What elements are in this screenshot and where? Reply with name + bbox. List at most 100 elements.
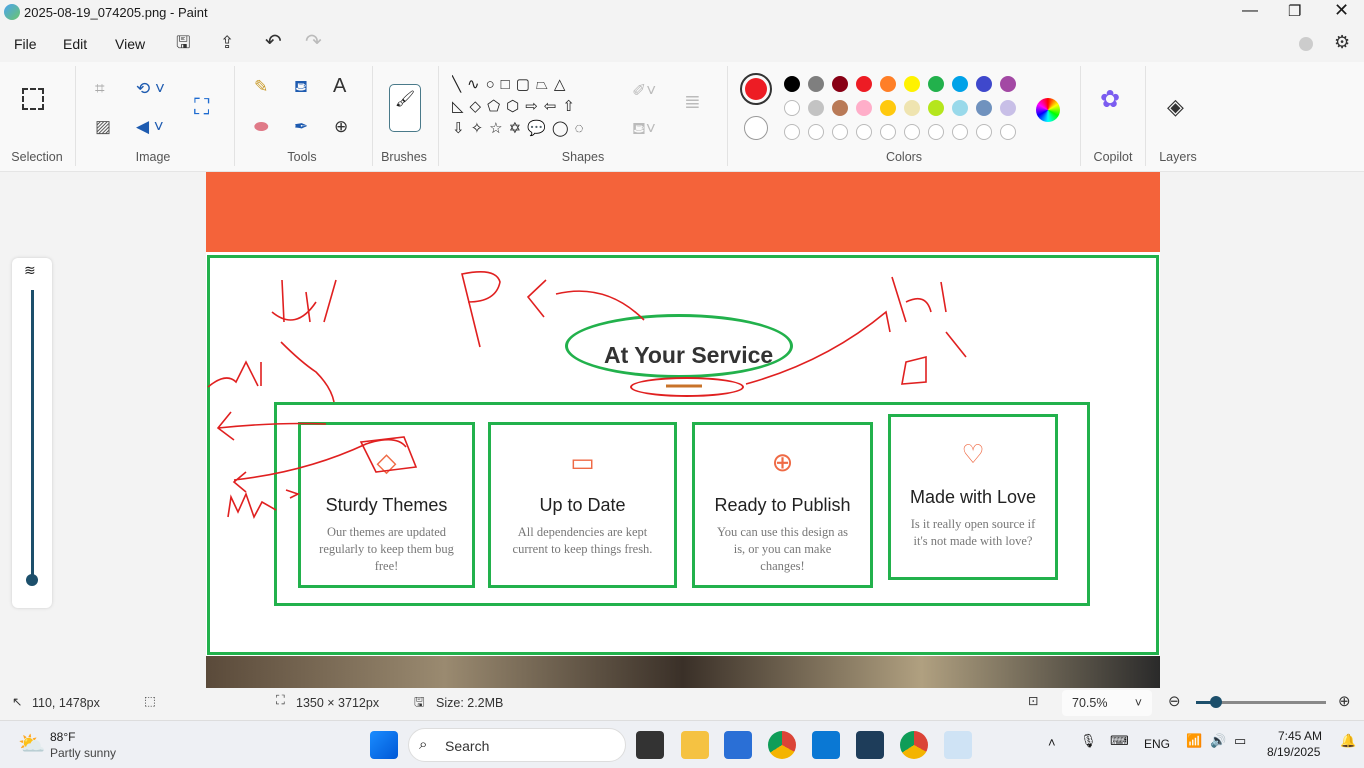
image-canvas[interactable]: At Your Service ◇ Sturdy Themes Our themes… — [206, 172, 1160, 688]
zoom-slider[interactable] — [1196, 696, 1326, 708]
color-swatch[interactable] — [880, 76, 896, 92]
volume-icon[interactable]: 🔊 — [1210, 733, 1226, 749]
grammarly-icon[interactable] — [856, 731, 884, 759]
color-picker-icon[interactable]: ✒ — [294, 118, 308, 135]
color-swatch[interactable] — [784, 124, 800, 140]
color-swatch[interactable] — [976, 76, 992, 92]
color-swatch[interactable] — [808, 124, 824, 140]
secondary-color[interactable] — [744, 116, 768, 140]
color-swatch[interactable] — [1000, 100, 1016, 116]
color-swatch[interactable] — [976, 124, 992, 140]
primary-color[interactable] — [740, 73, 772, 105]
color-swatch[interactable] — [1000, 124, 1016, 140]
battery-icon[interactable]: ▭ — [1234, 733, 1246, 749]
color-swatch[interactable] — [856, 124, 872, 140]
color-swatch[interactable] — [904, 100, 920, 116]
microphone-icon[interactable]: 🎙 — [1080, 733, 1097, 749]
remove-background-icon[interactable]: ▨ — [95, 118, 111, 135]
zoom-in-icon[interactable]: ⊕ — [1338, 692, 1351, 710]
resize-image-icon[interactable]: ⛶ — [194, 96, 209, 118]
file-size: Size: 2.2MB — [436, 696, 504, 710]
magnifier-icon[interactable]: ⊕ — [334, 118, 348, 135]
paint-app-icon — [4, 4, 20, 20]
start-button[interactable] — [370, 731, 398, 759]
canvas-area[interactable]: At Your Service ◇ Sturdy Themes Our themes… — [0, 172, 1354, 688]
select-rect-button[interactable] — [22, 88, 44, 110]
notifications-icon[interactable]: 🔔 — [1340, 733, 1356, 749]
zoom-slider-thumb[interactable] — [26, 574, 38, 586]
color-swatch[interactable] — [808, 76, 824, 92]
status-bar: ↖ 110, 1478px ⬚ ⛶ 1350 × 3712px 🖫 Size: … — [0, 688, 1364, 718]
copilot-icon[interactable]: ✿ — [1100, 88, 1120, 112]
zoom-out-icon[interactable]: ⊖ — [1168, 692, 1181, 710]
weather-temp: 88°F — [50, 730, 76, 744]
pencil-icon[interactable]: ✎ — [254, 78, 268, 95]
brush-button[interactable]: 🖌 — [389, 84, 421, 132]
close-button[interactable]: ✕ — [1334, 0, 1349, 21]
color-swatch[interactable] — [832, 100, 848, 116]
rotate-icon[interactable]: ⟲ ˅ — [136, 80, 165, 97]
color-swatch[interactable] — [904, 76, 920, 92]
text-tool-icon[interactable]: A — [333, 76, 346, 96]
color-swatch[interactable] — [856, 76, 872, 92]
vscode-icon[interactable] — [812, 731, 840, 759]
zoom-select[interactable]: 70.5% ˅ — [1062, 690, 1152, 716]
fill-bucket-icon[interactable]: ⛾ — [294, 78, 308, 95]
color-swatch[interactable] — [976, 100, 992, 116]
color-swatch[interactable] — [856, 100, 872, 116]
share-icon[interactable]: ⇪ — [220, 34, 234, 51]
color-swatch[interactable] — [880, 100, 896, 116]
color-swatch[interactable] — [784, 100, 800, 116]
edit-colors-icon[interactable] — [1036, 98, 1060, 122]
chrome-icon[interactable] — [768, 731, 796, 759]
color-swatch[interactable] — [952, 124, 968, 140]
fill-icon[interactable]: ⛾˅ — [632, 120, 656, 137]
chrome-profile-icon[interactable] — [900, 731, 928, 759]
crop-icon[interactable]: ⌗ — [95, 80, 105, 97]
account-icon[interactable] — [1299, 37, 1313, 51]
task-view-icon[interactable] — [636, 731, 664, 759]
cursor-position: 110, 1478px — [32, 696, 100, 710]
color-swatch[interactable] — [1000, 76, 1016, 92]
size-icon[interactable]: ≣ — [684, 92, 701, 112]
color-swatch[interactable] — [952, 76, 968, 92]
color-swatch[interactable] — [904, 124, 920, 140]
clock-date[interactable]: 8/19/2025 — [1267, 745, 1320, 759]
save-icon[interactable]: 🖫 — [176, 34, 190, 51]
layers-icon[interactable]: ◈ — [1167, 96, 1184, 118]
settings-gear-icon[interactable]: ⚙ — [1334, 33, 1350, 51]
keyboard-icon[interactable]: ⌨ — [1110, 733, 1129, 749]
search-box[interactable]: ⌕ Search — [408, 728, 626, 762]
undo-icon[interactable]: ↶ — [265, 32, 282, 52]
taskbar: ⛅ 88°F Partly sunny ⌕ Search ˄ 🎙 ⌨ ENG 📶… — [0, 720, 1364, 768]
redo-icon[interactable]: ↷ — [305, 32, 322, 52]
minimize-button[interactable]: — — [1242, 2, 1258, 20]
maximize-button[interactable]: ❐ — [1288, 2, 1301, 20]
paint-taskbar-icon[interactable] — [944, 731, 972, 759]
color-swatch[interactable] — [928, 100, 944, 116]
color-swatch[interactable] — [784, 76, 800, 92]
language-indicator[interactable]: ENG — [1144, 737, 1170, 751]
color-swatch[interactable] — [808, 100, 824, 116]
flip-icon[interactable]: ◀ ˅ — [136, 118, 164, 135]
wifi-icon[interactable]: 📶 — [1186, 733, 1202, 749]
menu-edit[interactable]: Edit — [63, 36, 87, 52]
outline-icon[interactable]: ✐˅ — [632, 82, 656, 99]
color-swatch[interactable] — [832, 124, 848, 140]
color-swatch[interactable] — [928, 76, 944, 92]
color-swatch[interactable] — [928, 124, 944, 140]
chevron-up-icon[interactable]: ˄ — [1048, 735, 1056, 750]
color-swatch[interactable] — [952, 100, 968, 116]
shapes-gallery[interactable]: ╲∿○□▢⏢△ ◺◇⬠⬡⇨⇦⇧ ⇩✧☆✡💬◯◌ — [452, 74, 612, 148]
fit-to-window-icon[interactable]: ⊡ — [1028, 693, 1038, 708]
file-explorer-icon[interactable] — [681, 731, 709, 759]
eraser-icon[interactable]: ⬬ — [254, 118, 269, 135]
zoom-slider-vertical[interactable]: ≋ — [12, 258, 52, 608]
clock-time[interactable]: 7:45 AM — [1278, 729, 1322, 743]
store-icon[interactable] — [724, 731, 752, 759]
menu-file[interactable]: File — [14, 36, 37, 52]
zoom-slider-thumb[interactable] — [1210, 696, 1222, 708]
color-swatch[interactable] — [832, 76, 848, 92]
color-swatch[interactable] — [880, 124, 896, 140]
menu-view[interactable]: View — [115, 36, 145, 52]
